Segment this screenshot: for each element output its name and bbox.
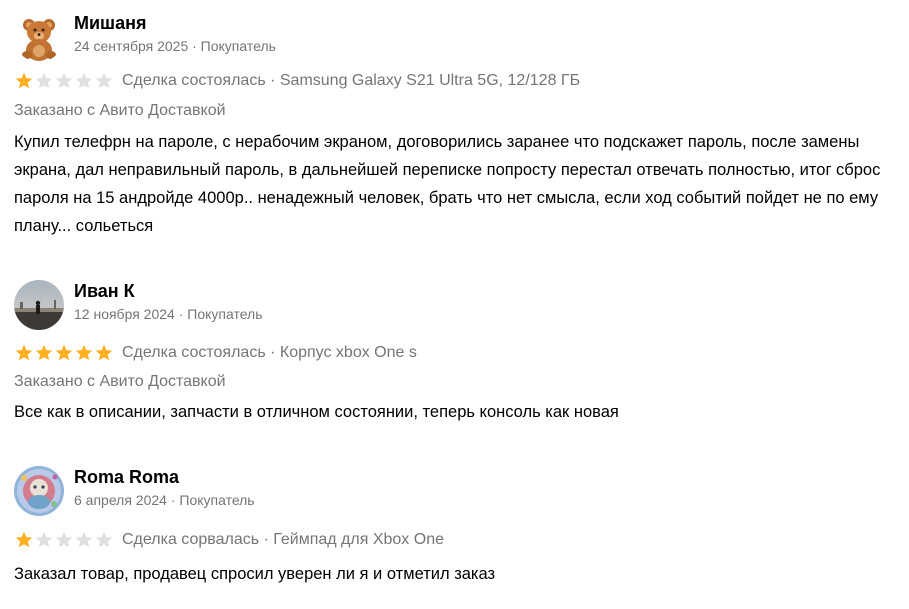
- star-empty-icon: [35, 72, 53, 89]
- colorful-art-icon: [14, 466, 64, 516]
- author-name[interactable]: Roma Roma: [74, 466, 179, 488]
- review-header: Мишаня 24 сентября 2025 · Покупатель: [14, 12, 894, 64]
- star-empty-icon: [95, 72, 113, 89]
- star-filled-icon: [75, 344, 93, 361]
- deal-status: Сделка состоялась · Samsung Galaxy S21 U…: [122, 72, 581, 89]
- avatar[interactable]: [14, 466, 64, 516]
- deal-status: Сделка состоялась · Корпус xbox One s: [122, 344, 417, 361]
- star-empty-icon: [55, 72, 73, 89]
- star-empty-icon: [55, 531, 73, 548]
- rating-row: Сделка состоялась · Корпус xbox One s: [14, 342, 417, 364]
- review-header: Иван К 12 ноября 2024 · Покупатель: [14, 280, 894, 332]
- star-empty-icon: [35, 531, 53, 548]
- rating-stars: [14, 530, 114, 550]
- review-text: Купил телефрн на пароле, с нерабочим экр…: [14, 133, 881, 235]
- star-filled-icon: [35, 344, 53, 361]
- deal-status: Сделка сорвалась · Геймпад для Xbox One: [122, 531, 444, 548]
- landscape-photo-icon: [14, 280, 64, 330]
- star-filled-icon: [15, 72, 33, 89]
- rating-row: Сделка сорвалась · Геймпад для Xbox One: [14, 529, 444, 551]
- author-name[interactable]: Мишаня: [74, 12, 146, 34]
- review-text: Заказал товар, продавец спросил уверен л…: [14, 565, 496, 583]
- review-meta: 6 апреля 2024 · Покупатель: [74, 492, 255, 508]
- star-filled-icon: [95, 344, 113, 361]
- star-empty-icon: [95, 531, 113, 548]
- review-card: Мишаня 24 сентября 2025 · Покупатель Сде…: [14, 12, 894, 235]
- review-text: Все как в описании, запчасти в отличном …: [14, 403, 619, 421]
- star-empty-icon: [75, 531, 93, 548]
- review-card: Roma Roma 6 апреля 2024 · Покупатель Сде…: [14, 466, 894, 583]
- review-meta: 12 ноября 2024 · Покупатель: [74, 306, 263, 322]
- star-filled-icon: [55, 344, 73, 361]
- teddy-bear-icon: [14, 12, 64, 62]
- delivery-note: Заказано с Авито Доставкой: [14, 102, 226, 119]
- avatar[interactable]: [14, 280, 64, 330]
- star-filled-icon: [15, 344, 33, 361]
- star-empty-icon: [75, 72, 93, 89]
- review-meta: 24 сентября 2025 · Покупатель: [74, 38, 276, 54]
- avatar[interactable]: [14, 12, 64, 62]
- rating-row: Сделка состоялась · Samsung Galaxy S21 U…: [14, 70, 580, 92]
- star-filled-icon: [15, 531, 33, 548]
- rating-stars: [14, 343, 114, 363]
- review-header: Roma Roma 6 апреля 2024 · Покупатель: [14, 466, 894, 518]
- author-name[interactable]: Иван К: [74, 280, 135, 302]
- rating-stars: [14, 71, 114, 91]
- review-card: Иван К 12 ноября 2024 · Покупатель Сделк…: [14, 280, 894, 421]
- delivery-note: Заказано с Авито Доставкой: [14, 373, 226, 390]
